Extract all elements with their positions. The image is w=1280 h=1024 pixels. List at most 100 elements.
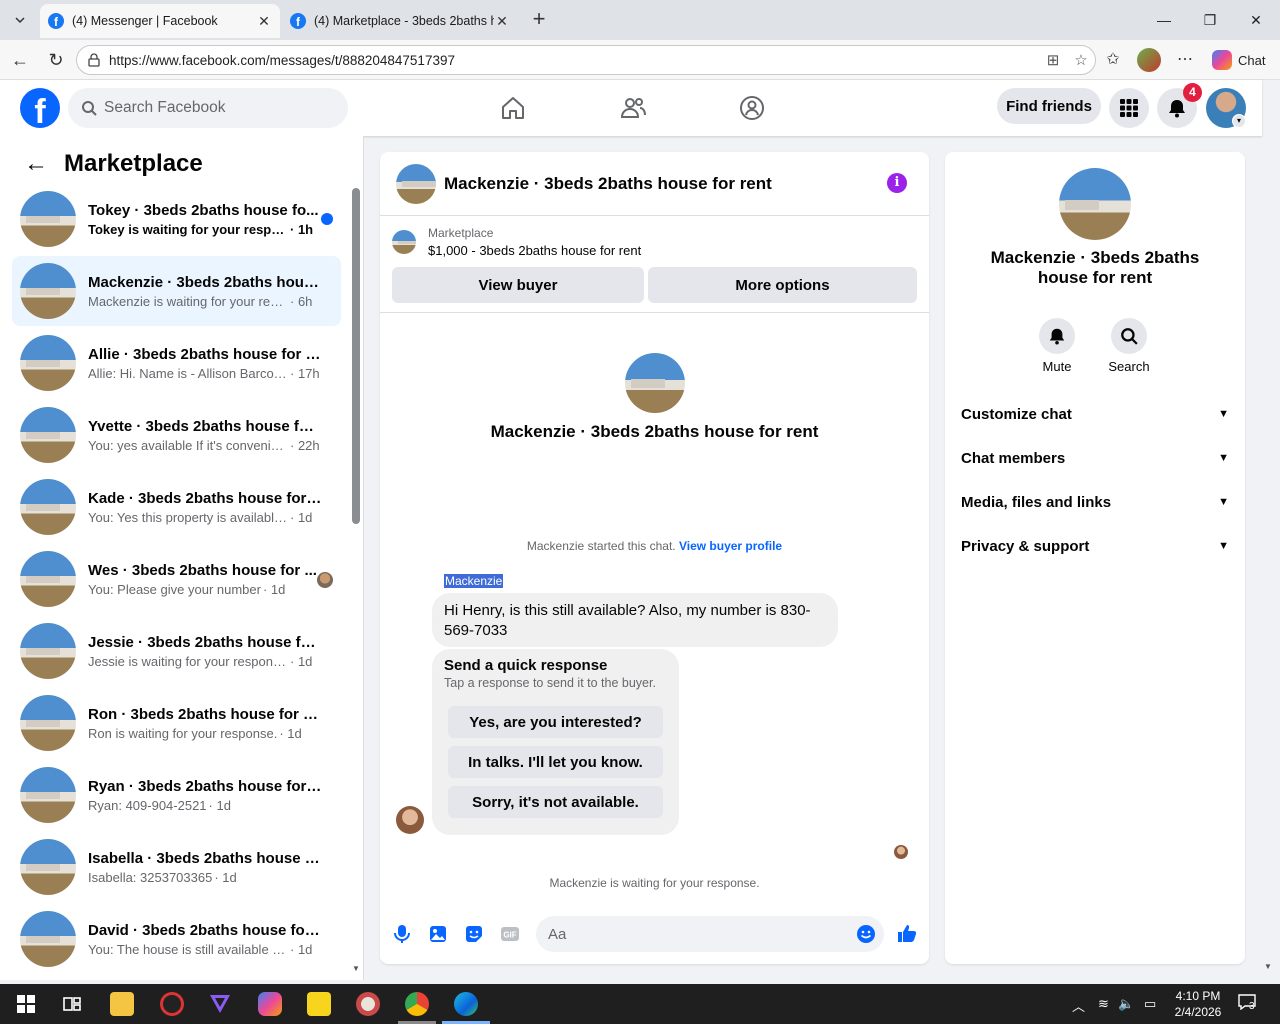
- back-button[interactable]: ←: [8, 48, 32, 72]
- sticky-notes-icon[interactable]: [307, 992, 331, 1016]
- listing-title: $1,000 - 3beds 2baths house for rent: [428, 243, 642, 258]
- file-explorer-icon[interactable]: [110, 992, 134, 1016]
- chat-list-scrollbar[interactable]: [352, 188, 360, 524]
- app-available-icon[interactable]: ⊞: [1039, 51, 1067, 69]
- site-info-icon[interactable]: [87, 53, 101, 67]
- conversation-name: Jessie · 3beds 2baths house for r...: [88, 633, 322, 651]
- listing-source: Marketplace: [428, 226, 494, 240]
- house-thumbnail[interactable]: [396, 163, 436, 204]
- copilot-icon[interactable]: [258, 992, 282, 1016]
- chat-members-section[interactable]: Chat members ▼: [961, 442, 1229, 474]
- windows-start-icon[interactable]: [14, 992, 38, 1016]
- scroll-down-arrow[interactable]: ▼: [352, 964, 360, 973]
- tab-marketplace[interactable]: f (4) Marketplace - 3beds 2baths ho ✕: [282, 4, 518, 38]
- conversation-name: Tokey · 3beds 2baths house fo...: [88, 201, 319, 219]
- system-clock[interactable]: 4:10 PM 2/4/2026: [1170, 988, 1226, 1020]
- media-files-links-section[interactable]: Media, files and links ▼: [961, 486, 1229, 518]
- page-scroll-down-arrow[interactable]: ▼: [1264, 962, 1272, 971]
- view-buyer-button[interactable]: View buyer: [392, 267, 644, 303]
- friends-icon[interactable]: [619, 94, 647, 122]
- gif-icon[interactable]: GIF: [500, 924, 520, 944]
- close-window-button[interactable]: ✕: [1244, 8, 1268, 32]
- new-tab-button[interactable]: +: [528, 8, 550, 32]
- home-icon[interactable]: [499, 94, 527, 122]
- back-arrow-icon[interactable]: ←: [24, 150, 48, 178]
- section-label: Customize chat: [961, 405, 1072, 423]
- microphone-icon[interactable]: [392, 924, 412, 944]
- conversation-item[interactable]: Kade · 3beds 2baths house for r... You: …: [12, 472, 341, 542]
- message-input[interactable]: Aa: [536, 916, 884, 952]
- conversation-item[interactable]: Jessie · 3beds 2baths house for r... Jes…: [12, 616, 341, 686]
- search-in-conversation-button[interactable]: Search: [1099, 318, 1159, 374]
- listing-summary[interactable]: Marketplace $1,000 - 3beds 2baths house …: [392, 226, 641, 258]
- conversation-item[interactable]: Allie · 3beds 2baths house for rent Alli…: [12, 328, 341, 398]
- chevron-down-icon: ▼: [1218, 408, 1229, 420]
- seen-avatar: [894, 845, 908, 859]
- conversation-time: · 1h: [290, 221, 314, 237]
- minimize-button[interactable]: —: [1152, 8, 1176, 32]
- customize-chat-section[interactable]: Customize chat ▼: [961, 398, 1229, 430]
- conversation-item[interactable]: Tokey · 3beds 2baths house fo... Tokey i…: [12, 184, 341, 254]
- find-friends-button[interactable]: Find friends: [997, 88, 1101, 124]
- emoji-icon[interactable]: [856, 924, 876, 944]
- photo-icon[interactable]: [428, 924, 448, 944]
- unread-dot: [321, 213, 333, 225]
- marketplace-header: ← Marketplace: [24, 150, 203, 178]
- battery-icon[interactable]: ▭: [1144, 996, 1156, 1012]
- tab-actions-menu-button[interactable]: [6, 7, 34, 33]
- message-bubble[interactable]: Hi Henry, is this still available? Also,…: [432, 593, 838, 647]
- notification-center-icon[interactable]: 3: [1238, 994, 1260, 1014]
- quick-response-in-talks-button[interactable]: In talks. I'll let you know.: [448, 746, 663, 778]
- vpn-app-icon[interactable]: [208, 992, 232, 1016]
- url-field[interactable]: https://www.facebook.com/messages/t/8882…: [76, 45, 1096, 75]
- mute-button[interactable]: Mute: [1027, 318, 1087, 374]
- conversation-item[interactable]: Yvette · 3beds 2baths house for ... You:…: [12, 400, 341, 470]
- section-label: Media, files and links: [961, 493, 1112, 511]
- more-options-button[interactable]: More options: [648, 267, 917, 303]
- details-name: Mackenzie · 3beds 2baths house for rent: [990, 248, 1200, 287]
- conversation-item[interactable]: David · 3beds 2baths house for r... You:…: [12, 904, 341, 974]
- refresh-button[interactable]: ↻: [44, 48, 68, 72]
- favorites-icon[interactable]: ✩: [1102, 49, 1124, 71]
- favorite-star-icon[interactable]: ☆: [1067, 51, 1095, 69]
- chevron-up-icon[interactable]: ︿: [1072, 996, 1085, 1015]
- chevron-down-icon[interactable]: ▾: [1232, 114, 1246, 128]
- chrome-icon[interactable]: [405, 992, 429, 1016]
- buyer-avatar[interactable]: [396, 806, 424, 834]
- wifi-icon[interactable]: ≋: [1098, 996, 1109, 1012]
- tab-messenger[interactable]: f (4) Messenger | Facebook ✕: [40, 4, 280, 38]
- more-menu-icon[interactable]: ⋯: [1174, 49, 1196, 71]
- quick-response-not-available-button[interactable]: Sorry, it's not available.: [448, 786, 663, 818]
- menu-button[interactable]: [1109, 88, 1149, 128]
- conversation-item[interactable]: Wes · 3beds 2baths house for ... You: Pl…: [12, 544, 341, 614]
- chat-started-text: Mackenzie started this chat.: [526, 539, 676, 553]
- conversation-preview: You: yes available If it's convenient...: [88, 437, 288, 453]
- close-icon[interactable]: ✕: [494, 13, 510, 30]
- conversation-item[interactable]: Isabella · 3beds 2baths house fo... Isab…: [12, 832, 341, 902]
- conversation-name: Wes · 3beds 2baths house for ...: [88, 561, 317, 579]
- restore-button[interactable]: ❐: [1198, 8, 1222, 32]
- thumbs-up-icon[interactable]: [896, 922, 918, 944]
- conversation-item[interactable]: Ryan · 3beds 2baths house for r... Ryan:…: [12, 760, 341, 830]
- copilot-chat-button[interactable]: Chat: [1208, 46, 1274, 74]
- sticker-icon[interactable]: [464, 924, 484, 944]
- tab-title: (4) Marketplace - 3beds 2baths ho: [314, 14, 494, 28]
- facebook-logo[interactable]: f: [20, 88, 60, 128]
- privacy-support-section[interactable]: Privacy & support ▼: [961, 530, 1229, 562]
- edge-icon[interactable]: [454, 992, 478, 1016]
- volume-icon[interactable]: 🔈: [1118, 996, 1134, 1012]
- task-view-icon[interactable]: [60, 992, 84, 1016]
- search-facebook-input[interactable]: Search Facebook: [68, 88, 348, 128]
- quick-response-yes-button[interactable]: Yes, are you interested?: [448, 706, 663, 738]
- info-icon[interactable]: i: [887, 173, 907, 193]
- conversation-item[interactable]: Mackenzie · 3beds 2baths house... Macken…: [12, 256, 341, 326]
- browser-profile-avatar[interactable]: [1137, 48, 1161, 72]
- conversation-item[interactable]: Ron · 3beds 2baths house for rent Ron is…: [12, 688, 341, 758]
- view-buyer-profile-link[interactable]: View buyer profile: [679, 539, 782, 553]
- paint-icon[interactable]: [356, 992, 380, 1016]
- groups-icon[interactable]: [738, 94, 766, 122]
- conversation-title[interactable]: Mackenzie · 3beds 2baths house for rent: [444, 174, 772, 194]
- tab-title: (4) Messenger | Facebook: [72, 14, 218, 28]
- close-icon[interactable]: ✕: [256, 13, 272, 30]
- app-icon[interactable]: [160, 992, 184, 1016]
